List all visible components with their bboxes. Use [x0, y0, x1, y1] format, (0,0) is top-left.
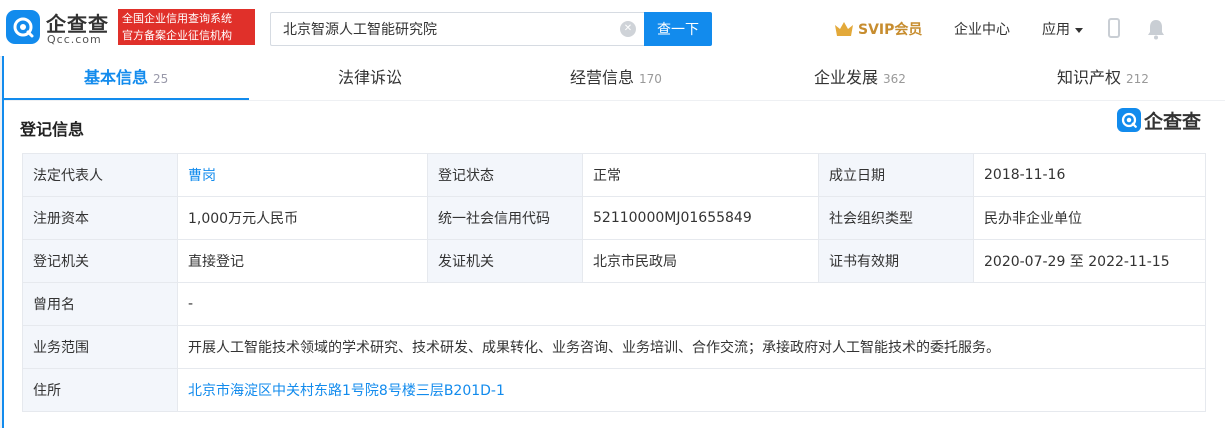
issuer-value: 北京市民政局	[582, 239, 819, 283]
cert-valid-value: 2020-07-29 至 2022-11-15	[973, 239, 1206, 283]
credit-code-label: 统一社会信用代码	[427, 196, 583, 240]
qcc-logo-icon	[6, 10, 40, 44]
active-tab-indicator	[4, 98, 249, 100]
tab-label: 企业发展	[814, 68, 879, 87]
nav-apps-menu[interactable]: 应用	[1042, 19, 1083, 39]
qcc-logo[interactable]: 企查查 Qcc.com	[6, 8, 112, 48]
former-name-value: -	[177, 282, 1206, 326]
table-row: 法定代表人 曹岗 登记状态 正常 成立日期 2018-11-16	[22, 153, 1206, 197]
svip-link[interactable]: SVIP会员	[834, 18, 922, 40]
table-row: 曾用名 -	[22, 282, 1206, 326]
phone-icon[interactable]	[1108, 18, 1120, 38]
tab-count: 212	[1126, 72, 1149, 86]
table-row: 登记机关 直接登记 发证机关 北京市民政局 证书有效期 2020-07-29 至…	[22, 239, 1206, 283]
tab-bar: 基本信息 25 法律诉讼 经营信息 170 企业发展 362 知识产权 212	[4, 56, 1225, 101]
capital-label: 注册资本	[22, 196, 178, 240]
qcc-brand-icon	[1117, 108, 1141, 132]
tab-legal-litigation[interactable]: 法律诉讼	[338, 56, 402, 100]
legal-rep-label: 法定代表人	[22, 153, 178, 197]
search-button[interactable]: 查一下	[644, 12, 712, 46]
reg-authority-value: 直接登记	[177, 239, 428, 283]
cert-valid-label: 证书有效期	[818, 239, 974, 283]
section-title: 登记信息	[20, 120, 85, 139]
brand-watermark: 企查查	[1117, 106, 1201, 134]
nav-apps-label: 应用	[1042, 22, 1070, 38]
reg-status-value: 正常	[582, 153, 819, 197]
slogan-line-1: 全国企业信用查询系统	[122, 12, 232, 25]
logo-subtext: Qcc.com	[47, 33, 102, 46]
org-type-label: 社会组织类型	[818, 196, 974, 240]
address-label: 住所	[22, 368, 178, 412]
tab-intellectual-property[interactable]: 知识产权 212	[1057, 56, 1149, 100]
reg-authority-label: 登记机关	[22, 239, 178, 283]
crown-icon	[835, 22, 853, 36]
slogan-line-2: 官方备案企业征信机构	[122, 29, 232, 42]
slogan-badge: 全国企业信用查询系统 官方备案企业征信机构	[118, 9, 255, 45]
business-scope-label: 业务范围	[22, 325, 178, 369]
company-detail-panel: 基本信息 25 法律诉讼 经营信息 170 企业发展 362 知识产权 212 登记信息…	[2, 56, 1225, 428]
search-input[interactable]	[270, 12, 644, 46]
tab-enterprise-development[interactable]: 企业发展 362	[814, 56, 906, 100]
tab-label: 经营信息	[570, 68, 635, 87]
credit-code-value: 52110000MJ01655849	[582, 196, 819, 240]
table-row: 注册资本 1,000万元人民币 统一社会信用代码 52110000MJ01655…	[22, 196, 1206, 240]
org-type-value: 民办非企业单位	[973, 196, 1206, 240]
brand-text: 企查查	[1144, 110, 1202, 133]
tab-count: 170	[639, 72, 662, 86]
capital-value: 1,000万元人民币	[177, 196, 428, 240]
tab-count: 25	[153, 72, 169, 86]
tab-label: 基本信息	[84, 68, 149, 87]
founded-value: 2018-11-16	[973, 153, 1206, 197]
business-scope-value: 开展人工智能技术领域的学术研究、技术研发、成果转化、业务咨询、业务培训、合作交流…	[177, 325, 1206, 369]
bell-icon[interactable]	[1146, 18, 1166, 40]
clear-search-icon[interactable]: ✕	[620, 21, 636, 37]
tab-label: 法律诉讼	[338, 68, 403, 87]
legal-rep-link[interactable]: 曹岗	[177, 153, 428, 197]
reg-status-label: 登记状态	[427, 153, 583, 197]
tab-count: 362	[883, 72, 906, 86]
tab-business-info[interactable]: 经营信息 170	[570, 56, 662, 100]
issuer-label: 发证机关	[427, 239, 583, 283]
top-header: 企查查 Qcc.com 全国企业信用查询系统 官方备案企业征信机构 ✕ 查一下 …	[0, 0, 1225, 57]
table-row: 住所 北京市海淀区中关村东路1号院8号楼三层B201D-1	[22, 368, 1206, 412]
address-link[interactable]: 北京市海淀区中关村东路1号院8号楼三层B201D-1	[177, 368, 1206, 412]
svip-label: SVIP会员	[858, 22, 923, 38]
nav-enterprise-center[interactable]: 企业中心	[954, 19, 1010, 39]
founded-label: 成立日期	[818, 153, 974, 197]
former-name-label: 曾用名	[22, 282, 178, 326]
tab-basic-info[interactable]: 基本信息 25	[84, 56, 168, 100]
chevron-down-icon	[1075, 27, 1083, 33]
table-row: 业务范围 开展人工智能技术领域的学术研究、技术研发、成果转化、业务咨询、业务培训…	[22, 325, 1206, 369]
tab-label: 知识产权	[1057, 68, 1122, 87]
registration-info-table: 法定代表人 曹岗 登记状态 正常 成立日期 2018-11-16 注册资本 1,…	[22, 153, 1206, 412]
